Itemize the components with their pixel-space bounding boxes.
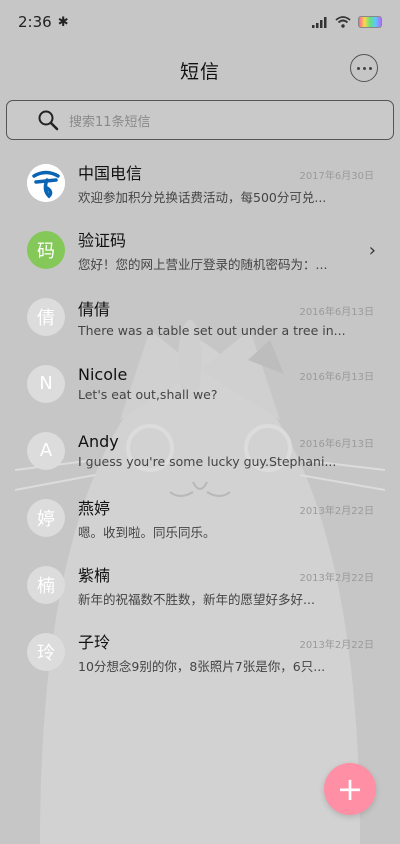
message-preview: Let's eat out,shall we?	[78, 387, 218, 402]
header: 短信	[0, 44, 400, 96]
message-preview: 欢迎参加积分兑换话费活动，每500分可兑...	[78, 189, 327, 205]
message-preview: 您好！您的网上营业厅登录的随机密码为：...	[78, 256, 328, 272]
bluetooth-icon: ✱	[57, 14, 69, 30]
avatar: A	[27, 431, 65, 470]
avatar: 码	[27, 230, 65, 269]
contact-name: Andy	[78, 432, 119, 451]
message-date: 2013年2月22日	[299, 572, 374, 584]
search-icon	[37, 109, 59, 131]
plus-icon: +	[336, 770, 364, 808]
message-preview: I guess you're some lucky guy.Stephani..…	[78, 454, 337, 469]
list-item[interactable]: N Nicole 2016年6月13日 Let's eat out,shall …	[0, 350, 400, 417]
new-message-button[interactable]: +	[324, 763, 376, 815]
message-date: 2013年2月22日	[299, 505, 374, 517]
contact-name: 紫楠	[78, 565, 111, 585]
list-item[interactable]: 婷 燕婷 2013年2月22日 嗯。收到啦。同乐同乐。	[0, 484, 400, 551]
avatar: 倩	[27, 297, 65, 336]
list-item[interactable]: 楠 紫楠 2013年2月22日 新年的祝福数不胜数，新年的愿望好多好...	[0, 551, 400, 618]
message-date: 2016年6月13日	[299, 439, 374, 450]
message-date: 2016年6月13日	[299, 372, 374, 383]
list-item[interactable]: 玲 子玲 2013年2月22日 10分想念9别的你，8张照片7张是你，6只...	[0, 618, 400, 685]
message-preview: 新年的祝福数不胜数，新年的愿望好多好...	[78, 591, 315, 607]
list-item[interactable]: 码 验证码 您好！您的网上营业厅登录的随机密码为：... ›	[0, 216, 400, 283]
message-date: 2016年6月13日	[299, 306, 374, 318]
search-input[interactable]: 搜索11条短信	[6, 100, 394, 140]
contact-name: 燕婷	[78, 498, 111, 518]
list-item[interactable]: 倩 倩倩 2016年6月13日 There was a table set ou…	[0, 283, 400, 350]
avatar: 婷	[27, 498, 65, 537]
battery-icon	[358, 16, 382, 28]
contact-name: 子玲	[78, 632, 111, 652]
more-options-button[interactable]	[350, 54, 378, 82]
message-date: 2013年2月22日	[299, 639, 374, 651]
clock: 2:36	[18, 13, 52, 31]
wifi-icon	[335, 13, 351, 32]
message-date: 2017年6月30日	[299, 170, 374, 182]
contact-name: Nicole	[78, 365, 128, 384]
avatar: 楠	[27, 565, 65, 604]
telecom-logo-icon	[27, 163, 65, 202]
page-title: 短信	[179, 60, 220, 83]
search-placeholder: 搜索11条短信	[69, 114, 151, 130]
signal-icon	[312, 13, 328, 32]
more-icon	[356, 66, 372, 70]
avatar	[27, 163, 65, 202]
status-bar: 2:36 ✱	[0, 0, 400, 44]
list-item[interactable]: A Andy 2016年6月13日 I guess you're some lu…	[0, 417, 400, 484]
list-item[interactable]: 中国电信 2017年6月30日 欢迎参加积分兑换话费活动，每500分可兑...	[0, 149, 400, 216]
avatar: N	[27, 364, 65, 403]
message-preview: 10分想念9别的你，8张照片7张是你，6只...	[78, 658, 326, 674]
avatar: 玲	[27, 632, 65, 671]
message-preview: There was a table set out under a tree i…	[78, 322, 346, 338]
message-preview: 嗯。收到啦。同乐同乐。	[78, 524, 216, 540]
chevron-right-icon: ›	[368, 240, 376, 261]
message-list: 中国电信 2017年6月30日 欢迎参加积分兑换话费活动，每500分可兑... …	[0, 149, 400, 685]
contact-name: 验证码	[78, 230, 127, 250]
contact-name: 倩倩	[78, 299, 111, 319]
contact-name: 中国电信	[78, 163, 143, 183]
